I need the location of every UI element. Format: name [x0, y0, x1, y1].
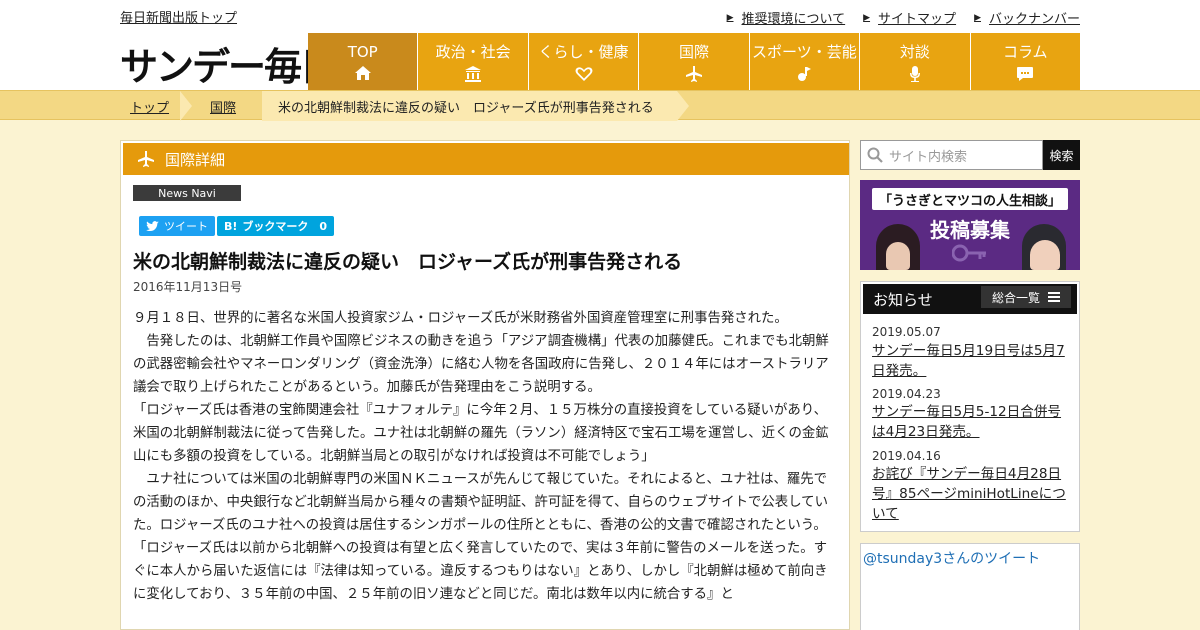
bookmark-label: ブックマーク: [242, 220, 309, 233]
global-nav: TOP 政治・社会 くらし・健康 国際 スポーツ・芸能 対談 コラム: [308, 33, 1080, 90]
article-date: 2016年11月13日号: [133, 280, 243, 294]
breadcrumb-current: 米の北朝鮮制裁法に違反の疑い ロジャーズ氏が刑事告発される: [278, 100, 654, 116]
article-paragraph: 「ロジャーズ氏は以前から北朝鮮への投資は有望と広く発言していたので、実は３年前に…: [133, 541, 828, 602]
article-body: ９月１８日、世界的に著名な米国人投資家ジム・ロジャーズ氏が米財務省外国資産管理室…: [133, 307, 835, 606]
section-title: 国際詳細: [165, 150, 226, 169]
search-placeholder: サイト内検索: [889, 149, 968, 165]
twitter-timeline-link[interactable]: @tsunday3さんのツイート: [863, 548, 1040, 568]
consultation-banner[interactable]: 「うさぎとマツコの人生相談」 投稿募集: [860, 180, 1080, 270]
back-number-link[interactable]: ▶ バックナンバー: [974, 8, 1080, 27]
nav-tab-sports-entertainment[interactable]: スポーツ・芸能: [748, 33, 860, 90]
home-icon: [354, 65, 371, 80]
recommended-env-label: 推奨環境について: [741, 12, 846, 27]
notice-date: 2019.04.23: [872, 387, 941, 401]
twitter-timeline: @tsunday3さんのツイート: [860, 543, 1080, 630]
category-badge: News Navi: [133, 185, 241, 201]
utility-links: ▶ 推奨環境について ▶ サイトマップ ▶ バックナンバー: [727, 8, 1080, 27]
search-input[interactable]: サイト内検索: [860, 140, 1043, 170]
chevron-right-icon: ▶: [863, 12, 871, 23]
nav-tab-label: くらし・健康: [538, 43, 629, 61]
nav-tab-top[interactable]: TOP: [308, 33, 418, 90]
nav-tab-label: コラム: [1002, 43, 1048, 61]
back-number-label: バックナンバー: [988, 12, 1080, 27]
notice-all-label: 総合一覧: [991, 290, 1040, 305]
notice-link[interactable]: サンデー毎日5月19日号は5月7日発売。: [872, 341, 1072, 381]
nav-tab-label: TOP: [347, 42, 378, 61]
article-paragraph: ９月１８日、世界的に著名な米国人投資家ジム・ロジャーズ氏が米財務省外国資産管理室…: [133, 311, 788, 326]
notice-all-button[interactable]: 総合一覧: [981, 286, 1071, 308]
section-header: 国際詳細: [123, 143, 849, 175]
breadcrumb: トップ 国際 米の北朝鮮制裁法に違反の疑い ロジャーズ氏が刑事告発される: [0, 90, 1200, 121]
sitemap-link[interactable]: ▶ サイトマップ: [863, 8, 956, 27]
breadcrumb-separator: [180, 91, 192, 121]
article-panel: 国際詳細 News Navi ツイート B! ブックマーク 0 米の北朝鮮制裁法…: [120, 140, 850, 630]
breadcrumb-home[interactable]: トップ: [130, 91, 169, 121]
mic-note-icon: [798, 67, 812, 81]
notice-title: お知らせ: [873, 290, 933, 309]
breadcrumb-end-arrow: [677, 91, 689, 121]
article-paragraph: ユナ社については米国の北朝鮮専門の米国ＮＫニュースが先んじて報じていた。それによ…: [133, 472, 828, 533]
nav-tab-life-health[interactable]: くらし・健康: [527, 33, 639, 90]
recommended-env-link[interactable]: ▶ 推奨環境について: [727, 8, 846, 27]
portrait-left-face: [886, 242, 910, 270]
search-icon: [867, 147, 883, 163]
nav-tab-label: 国際: [678, 43, 709, 61]
portrait-right-face: [1030, 240, 1060, 270]
nav-tab-label: スポーツ・芸能: [752, 43, 857, 61]
notice-link[interactable]: お詫び『サンデー毎日4月28日号』85ページminiHotLineについて: [872, 464, 1072, 524]
airplane-icon: [685, 66, 702, 82]
bookmark-count: 0: [319, 219, 328, 233]
nav-tab-label: 対談: [899, 43, 930, 61]
twitter-bird-icon: [146, 220, 159, 231]
site-header: 毎日新聞出版トップ ▶ 推奨環境について ▶ サイトマップ ▶ バックナンバー サンデ…: [0, 0, 1200, 90]
tweet-label: ツイート: [164, 220, 208, 233]
list-icon: [1048, 292, 1060, 302]
sitemap-label: サイトマップ: [878, 12, 957, 27]
nav-tab-international[interactable]: 国際: [638, 33, 749, 90]
banner-subtitle: 「うさぎとマツコの人生相談」: [872, 188, 1068, 210]
chevron-right-icon: ▶: [726, 12, 734, 23]
breadcrumb-category[interactable]: 国際: [210, 91, 236, 121]
article-paragraph: 「ロジャーズ氏は香港の宝飾関連会社『ユナフォルテ』に今年２月、１５万株分の直接投…: [133, 403, 829, 464]
site-logo[interactable]: サンデー毎日: [120, 36, 338, 91]
publisher-top-link[interactable]: 毎日新聞出版トップ: [120, 7, 237, 26]
notice-panel: お知らせ 総合一覧 2019.05.07 サンデー毎日5月19日号は5月7日発売…: [860, 281, 1080, 532]
article-paragraph: 告発したのは、北朝鮮工作員や国際ビジネスの動きを追う「アジア調査機構」代表の加藤…: [133, 334, 829, 395]
microphone-icon: [909, 66, 920, 82]
hatena-b-icon: B!: [224, 219, 238, 233]
chevron-right-icon: ▶: [974, 12, 981, 23]
nav-tab-column[interactable]: コラム: [969, 33, 1080, 90]
key-icon: [952, 244, 986, 262]
airplane-icon: [138, 151, 154, 167]
hatena-bookmark-button[interactable]: B! ブックマーク 0: [217, 216, 335, 236]
search-button[interactable]: 検索: [1043, 140, 1080, 170]
tweet-button[interactable]: ツイート: [139, 216, 215, 236]
article-title: 米の北朝鮮制裁法に違反の疑い ロジャーズ氏が刑事告発される: [133, 251, 683, 273]
nav-tab-label: 政治・社会: [435, 43, 511, 61]
nav-tab-dialogue[interactable]: 対談: [859, 33, 970, 90]
site-search: サイト内検索 検索: [860, 140, 1080, 170]
nav-tab-politics[interactable]: 政治・社会: [417, 33, 528, 90]
notice-date: 2019.04.16: [872, 449, 941, 463]
heart-icon: [575, 67, 592, 81]
institution-icon: [465, 66, 482, 82]
notice-link[interactable]: サンデー毎日5月5-12日合併号は4月23日発売。: [872, 402, 1072, 442]
speech-bubble-icon: [1017, 67, 1034, 81]
notice-date: 2019.05.07: [872, 325, 941, 339]
